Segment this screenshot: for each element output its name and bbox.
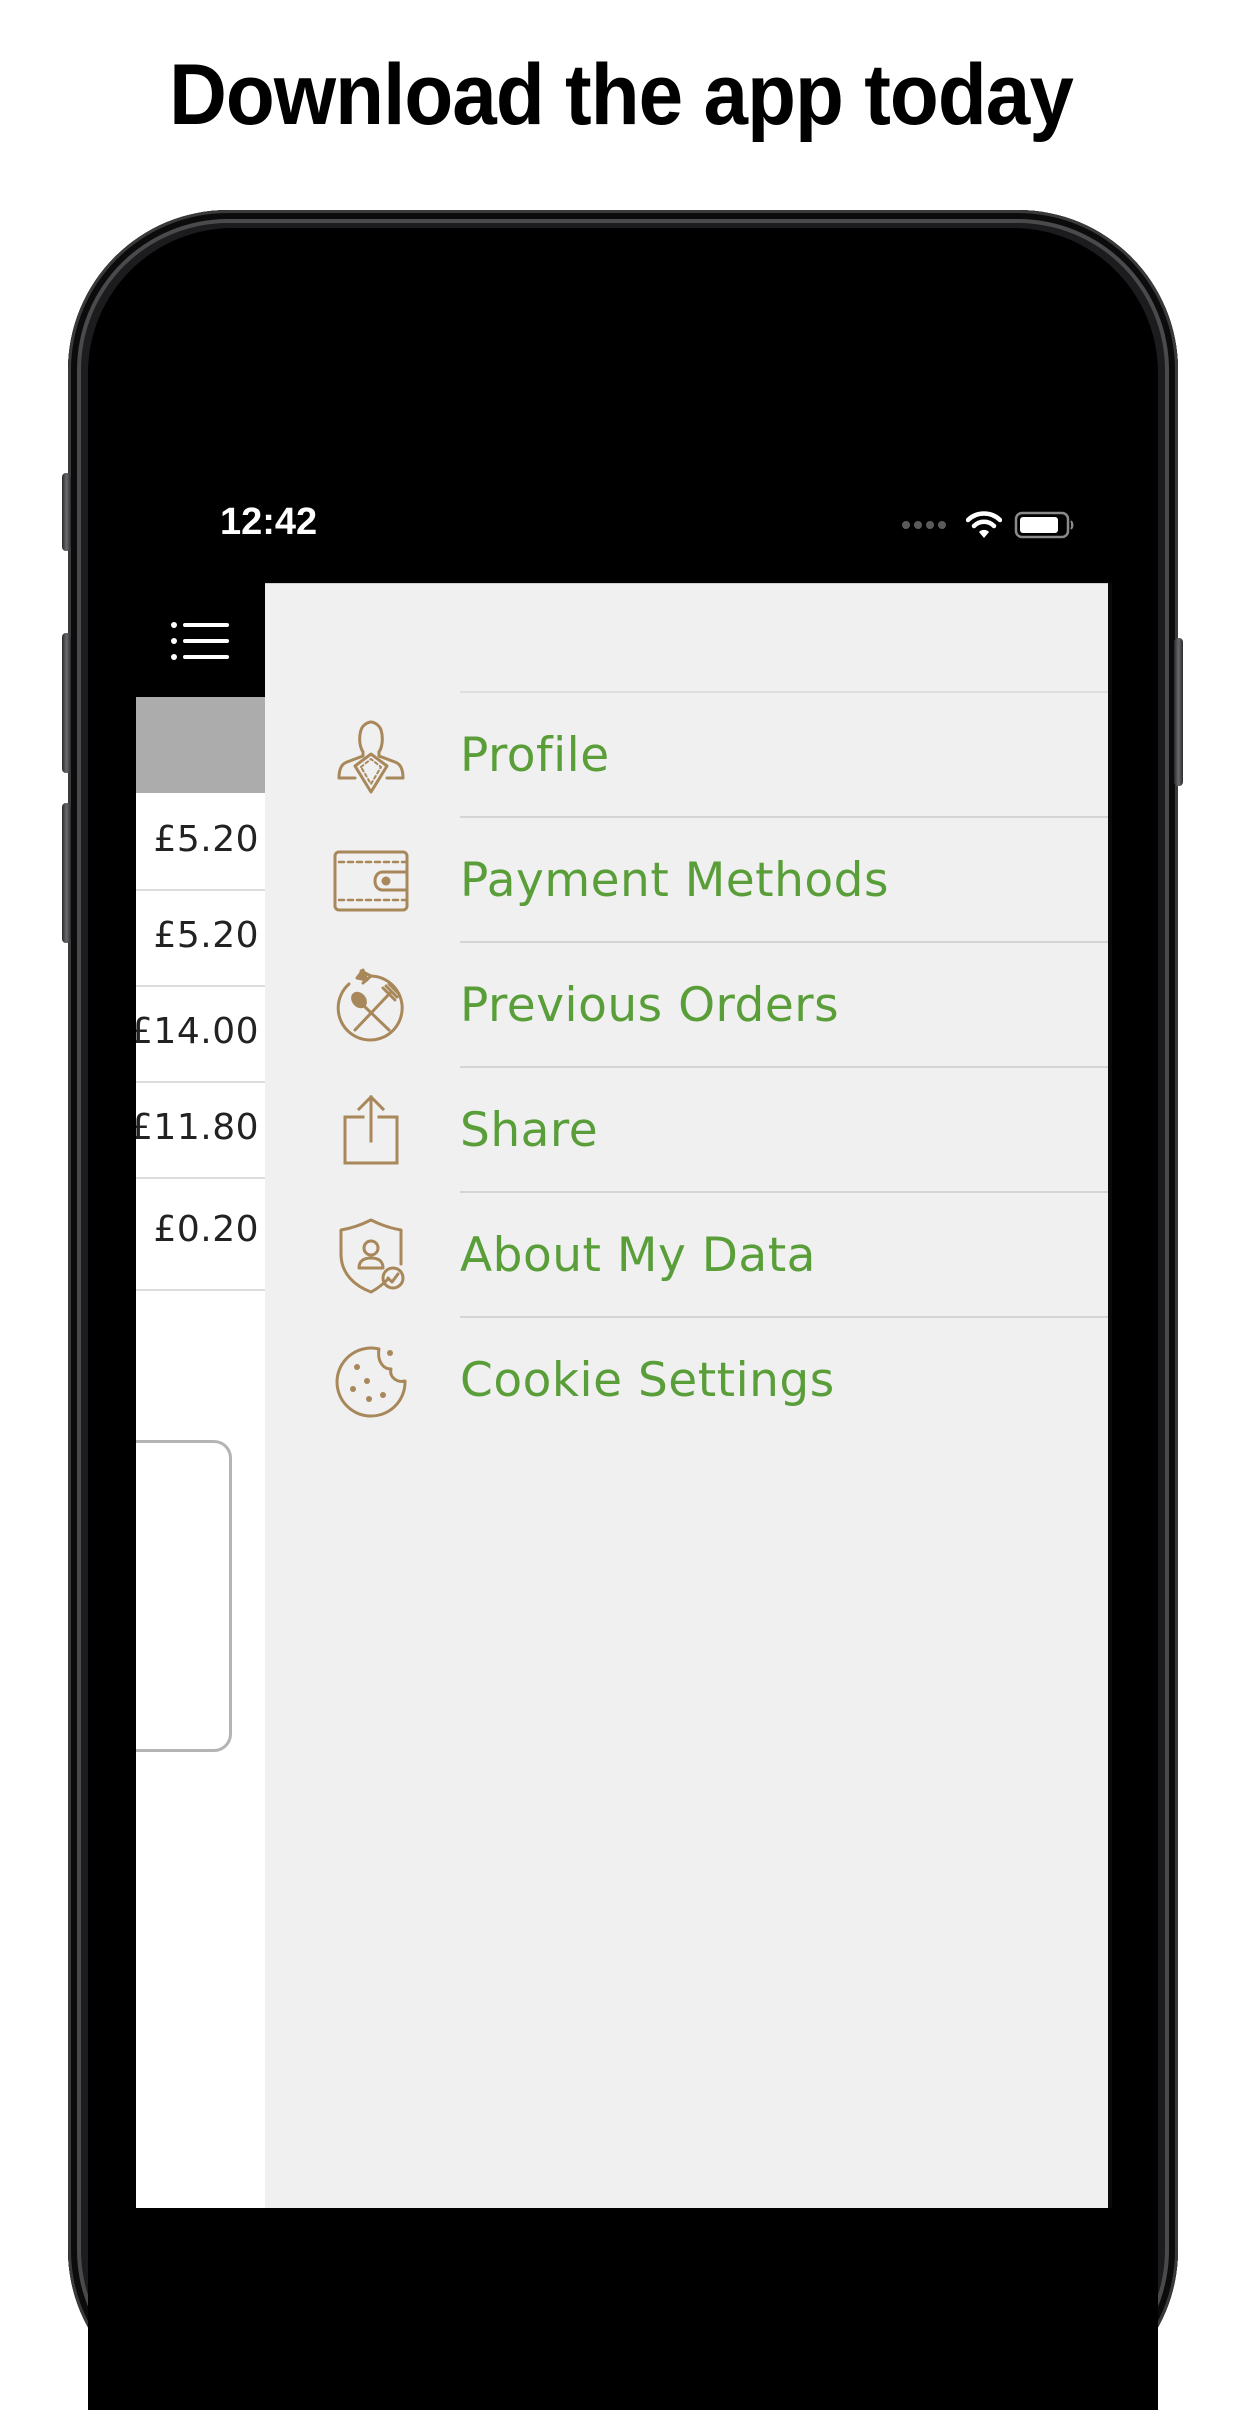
cookie-icon	[335, 1346, 407, 1418]
volume-down-button	[62, 803, 71, 943]
item-price: £5.20	[153, 819, 259, 860]
menu-item-label: Previous Orders	[460, 978, 840, 1033]
volume-up-button	[62, 633, 71, 773]
side-drawer-menu: Profile Payment Methods Previous Orders …	[265, 583, 1108, 2208]
item-price: £5.20	[153, 915, 259, 956]
item-price: £11.80	[136, 1107, 259, 1148]
mute-switch	[62, 473, 71, 551]
menu-item-payment-methods[interactable]: Payment Methods	[265, 818, 1108, 943]
menu-item-share[interactable]: Share	[265, 1068, 1108, 1193]
profile-icon	[337, 720, 405, 794]
order-row[interactable]: £14.00	[136, 985, 265, 1083]
total-price: £0.20	[153, 1209, 259, 1250]
menu-item-label: About My Data	[460, 1228, 816, 1283]
status-bar: 12:42	[136, 465, 1112, 583]
screen-edge	[1108, 583, 1112, 2208]
page-headline: Download the app today	[169, 47, 1074, 143]
battery-icon	[1014, 511, 1074, 539]
app-topbar	[136, 583, 265, 697]
wallet-icon	[333, 850, 409, 912]
notes-textarea[interactable]	[136, 1440, 232, 1752]
menu-item-label: Profile	[460, 728, 610, 783]
status-time: 12:42	[220, 501, 318, 543]
menu-item-label: Cookie Settings	[460, 1353, 835, 1408]
power-button	[1174, 638, 1183, 786]
hamburger-menu-icon[interactable]	[170, 621, 230, 663]
signal-dots-icon	[902, 521, 946, 529]
wifi-icon	[966, 511, 1002, 538]
status-indicators	[902, 505, 1076, 545]
data-shield-icon	[339, 1218, 405, 1294]
section-header	[136, 697, 265, 793]
order-row[interactable]: £11.80	[136, 1081, 265, 1179]
menu-item-cookie-settings[interactable]: Cookie Settings	[265, 1318, 1108, 1443]
menu-item-label: Payment Methods	[460, 853, 889, 908]
background-content: £5.20 £5.20 £14.00 £11.80 £0.20	[136, 583, 265, 2208]
menu-item-about-my-data[interactable]: About My Data	[265, 1193, 1108, 1318]
order-row[interactable]: £5.20	[136, 793, 265, 891]
item-price: £14.00	[136, 1011, 259, 1052]
share-icon	[343, 1094, 399, 1165]
previous-orders-icon	[336, 968, 404, 1042]
menu-item-label: Share	[460, 1103, 599, 1158]
phone-screen: 12:42 £5.20 £5.20 £14.00 £11.80 £0.20 Pr…	[136, 465, 1112, 2208]
order-row[interactable]: £5.20	[136, 889, 265, 987]
menu-item-profile[interactable]: Profile	[265, 693, 1108, 818]
order-total-row: £0.20	[136, 1177, 265, 1291]
menu-item-previous-orders[interactable]: Previous Orders	[265, 943, 1108, 1068]
